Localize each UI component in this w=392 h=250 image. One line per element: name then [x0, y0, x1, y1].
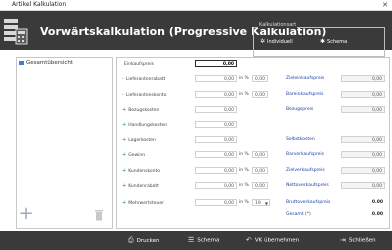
gear-icon: ✲	[260, 38, 266, 45]
bezugskosten-input[interactable]: 0,00	[195, 106, 237, 113]
gesamt-label: Gesamt (*)	[286, 212, 311, 217]
row-label: - Lieferantenrabatt	[122, 76, 166, 82]
row-label: Einkaufspreis	[124, 62, 154, 67]
row-label: + Lagerkosten	[122, 137, 156, 143]
printer-icon: ⎙	[128, 236, 134, 244]
row-result-label: Nettoverkaufspreis	[286, 183, 329, 188]
add-button[interactable]: +	[18, 205, 34, 223]
gewinn-input[interactable]: 0,00	[195, 151, 237, 158]
schliessen-label: Schließen	[348, 237, 376, 244]
row-result-value: 0,00	[341, 91, 385, 98]
percent-label: in %	[239, 168, 249, 173]
row-result-label: Bareinkaufspreis	[286, 92, 324, 97]
option-schema[interactable]: ✱ Schema	[320, 38, 347, 45]
row-label: + Gewinn	[122, 152, 146, 158]
tree-item-gesamtuebersicht[interactable]: Gesamtübersicht	[19, 60, 73, 66]
row-result-label: Zielverkaufspreis	[286, 168, 325, 173]
calculator-list-icon	[4, 19, 28, 45]
row-result-label: Barverkaufspreis	[286, 152, 325, 157]
kundenskonto-input[interactable]: 0,00	[195, 167, 237, 174]
kundenskonto-percent-input[interactable]: 0,00	[252, 167, 268, 174]
row-label: + Handlungskosten	[122, 122, 168, 128]
chevron-down-icon: ▼	[264, 201, 268, 206]
gewinn-percent-input[interactable]: 0,00	[252, 151, 268, 158]
list-icon: ☰	[188, 236, 195, 244]
row-result-label: Bruttoverkaufspreis	[286, 200, 331, 205]
bruttoverkaufspreis-value: 0.00	[371, 200, 383, 205]
undo-icon: ↶	[246, 236, 252, 244]
row-result-label: Bezugspreis	[286, 107, 314, 112]
row-result-value: 0,00	[341, 136, 385, 143]
percent-label: in %	[239, 92, 249, 97]
schliessen-button[interactable]: ⇥ Schließen	[340, 236, 376, 244]
mehrwertsteuer-input[interactable]: 0,00	[195, 199, 237, 206]
handlungskosten-input[interactable]: 0,00	[195, 121, 237, 128]
vk-uebernehmen-label: VK übernehmen	[254, 237, 300, 244]
percent-label: in %	[239, 152, 249, 157]
lieferantenrabatt-percent-input[interactable]: 0,00	[252, 75, 268, 82]
schema-button[interactable]: ☰ Schema	[188, 236, 219, 244]
lieferantenskonto-percent-input[interactable]: 0,00	[252, 91, 268, 98]
lieferantenrabatt-input[interactable]: 0,00	[195, 75, 237, 82]
row-label: + Kundenskonto	[122, 168, 161, 174]
star-icon: ✱	[320, 38, 326, 45]
close-icon[interactable]: ✕	[382, 0, 388, 10]
percent-label: in %	[239, 76, 249, 81]
kundenrabatt-percent-input[interactable]: 0,00	[252, 182, 268, 189]
einkaufspreis-input[interactable]: 0,00	[195, 60, 237, 67]
percent-label: in %	[239, 200, 249, 205]
row-result-label: Zieleinkaufspreis	[286, 76, 325, 81]
kalkulationsart-legend: Kalkulationsart	[258, 22, 298, 28]
kalkulationsart-group: Kalkulationsart ✲ Individuell ✱ Schema	[253, 22, 385, 57]
row-result-value: 0,00	[341, 151, 385, 158]
lagerkosten-input[interactable]: 0,00	[195, 136, 237, 143]
option-individuell-label: Individuell	[267, 39, 293, 45]
header-bar: Vorwärtskalkulation (Progressive Kalkula…	[0, 11, 392, 57]
row-result-value: 0,00	[341, 106, 385, 113]
lieferantenskonto-input[interactable]: 0,00	[195, 91, 237, 98]
gesamt-value: 0.00	[371, 212, 383, 217]
row-result-value: 0,00	[341, 75, 385, 82]
exit-icon: ⇥	[340, 236, 346, 244]
window-titlebar: Artikel Kalkulation ✕	[0, 0, 392, 11]
row-result-value: 0,00	[341, 182, 385, 189]
drucken-label: Drucken	[136, 238, 160, 244]
window-title: Artikel Kalkulation	[12, 1, 67, 8]
trash-icon[interactable]	[94, 209, 104, 221]
row-label: - Lieferantenskonto	[122, 92, 167, 98]
option-schema-label: Schema	[327, 39, 348, 45]
row-result-value: 0,00	[341, 167, 385, 174]
mehrwertsteuer-select[interactable]: 19 ▼	[252, 199, 270, 206]
option-individuell[interactable]: ✲ Individuell	[260, 38, 293, 45]
row-label: + Bezugskosten	[122, 107, 160, 113]
row-label: + Kundenrabatt	[122, 183, 159, 189]
vk-uebernehmen-button[interactable]: ↶ VK übernehmen	[246, 236, 299, 244]
row-label: + Mehrwertsteuer	[122, 200, 164, 206]
percent-label: in %	[239, 183, 249, 188]
tree-item-label: Gesamtübersicht	[26, 60, 74, 66]
row-result-label: Selbstkosten	[286, 137, 315, 142]
drucken-button[interactable]: ⎙ Drucken	[128, 236, 159, 245]
schema-label: Schema	[197, 237, 220, 244]
footer-bar: ⎙ Drucken ☰ Schema ↶ VK übernehmen ⇥ Schließ…	[0, 231, 392, 250]
kundenrabatt-input[interactable]: 0,00	[195, 182, 237, 189]
folder-icon	[19, 60, 24, 65]
